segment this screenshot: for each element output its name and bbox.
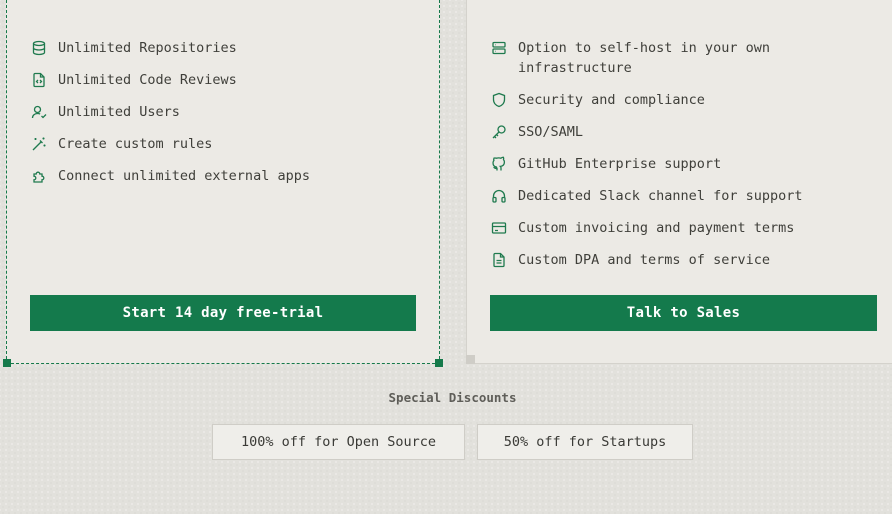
feature-item: Unlimited Code Reviews	[31, 70, 310, 90]
feature-item: SSO/SAML	[491, 122, 881, 142]
talk-to-sales-button[interactable]: Talk to Sales	[490, 295, 877, 331]
feature-item: Custom DPA and terms of service	[491, 250, 881, 270]
start-free-trial-button[interactable]: Start 14 day free-trial	[30, 295, 416, 331]
feature-label: GitHub Enterprise support	[518, 156, 722, 172]
feature-label: Create custom rules	[58, 136, 213, 152]
feature-item: Unlimited Repositories	[31, 38, 310, 58]
selection-handle[interactable]	[435, 359, 443, 367]
key-icon	[491, 124, 507, 140]
enterprise-plan-card: Option to self-host in your own infrastr…	[466, 0, 892, 364]
feature-label: Unlimited Users	[58, 104, 180, 120]
feature-item: Option to self-host in your own infrastr…	[491, 38, 881, 78]
selection-handle[interactable]	[3, 359, 11, 367]
server-icon	[491, 40, 507, 56]
credit-card-icon	[491, 220, 507, 236]
magic-wand-icon	[31, 136, 47, 152]
enterprise-plan-feature-list: Option to self-host in your own infrastr…	[491, 38, 881, 282]
shield-icon	[491, 92, 507, 108]
feature-item: Custom invoicing and payment terms	[491, 218, 881, 238]
database-icon	[31, 40, 47, 56]
code-file-icon	[31, 72, 47, 88]
github-icon	[491, 156, 507, 172]
feature-label: SSO/SAML	[518, 124, 584, 140]
feature-item: Create custom rules	[31, 134, 310, 154]
user-check-icon	[31, 104, 47, 120]
feature-label: Custom invoicing and payment terms	[518, 220, 795, 236]
feature-item: Unlimited Users	[31, 102, 310, 122]
feature-item: Security and compliance	[491, 90, 881, 110]
document-icon	[491, 252, 507, 268]
pro-plan-feature-list: Unlimited Repositories Unlimited Code Re…	[31, 38, 310, 198]
pro-plan-card: Unlimited Repositories Unlimited Code Re…	[3, 0, 443, 367]
special-discounts-title: Special Discounts	[388, 390, 517, 405]
puzzle-icon	[31, 168, 47, 184]
headphones-icon	[491, 188, 507, 204]
feature-label: Option to self-host in your own infrastr…	[518, 40, 770, 76]
feature-label: Security and compliance	[518, 92, 705, 108]
feature-label: Connect unlimited external apps	[58, 168, 310, 184]
feature-label: Dedicated Slack channel for support	[518, 188, 803, 204]
feature-item: Dedicated Slack channel for support	[491, 186, 881, 206]
feature-label: Unlimited Code Reviews	[58, 72, 237, 88]
feature-label: Unlimited Repositories	[58, 40, 237, 56]
feature-item: GitHub Enterprise support	[491, 154, 881, 174]
startups-discount-button[interactable]: 50% off for Startups	[477, 424, 693, 460]
feature-label: Custom DPA and terms of service	[518, 252, 770, 268]
feature-item: Connect unlimited external apps	[31, 166, 310, 186]
resize-handle[interactable]	[466, 355, 475, 364]
open-source-discount-button[interactable]: 100% off for Open Source	[212, 424, 465, 460]
